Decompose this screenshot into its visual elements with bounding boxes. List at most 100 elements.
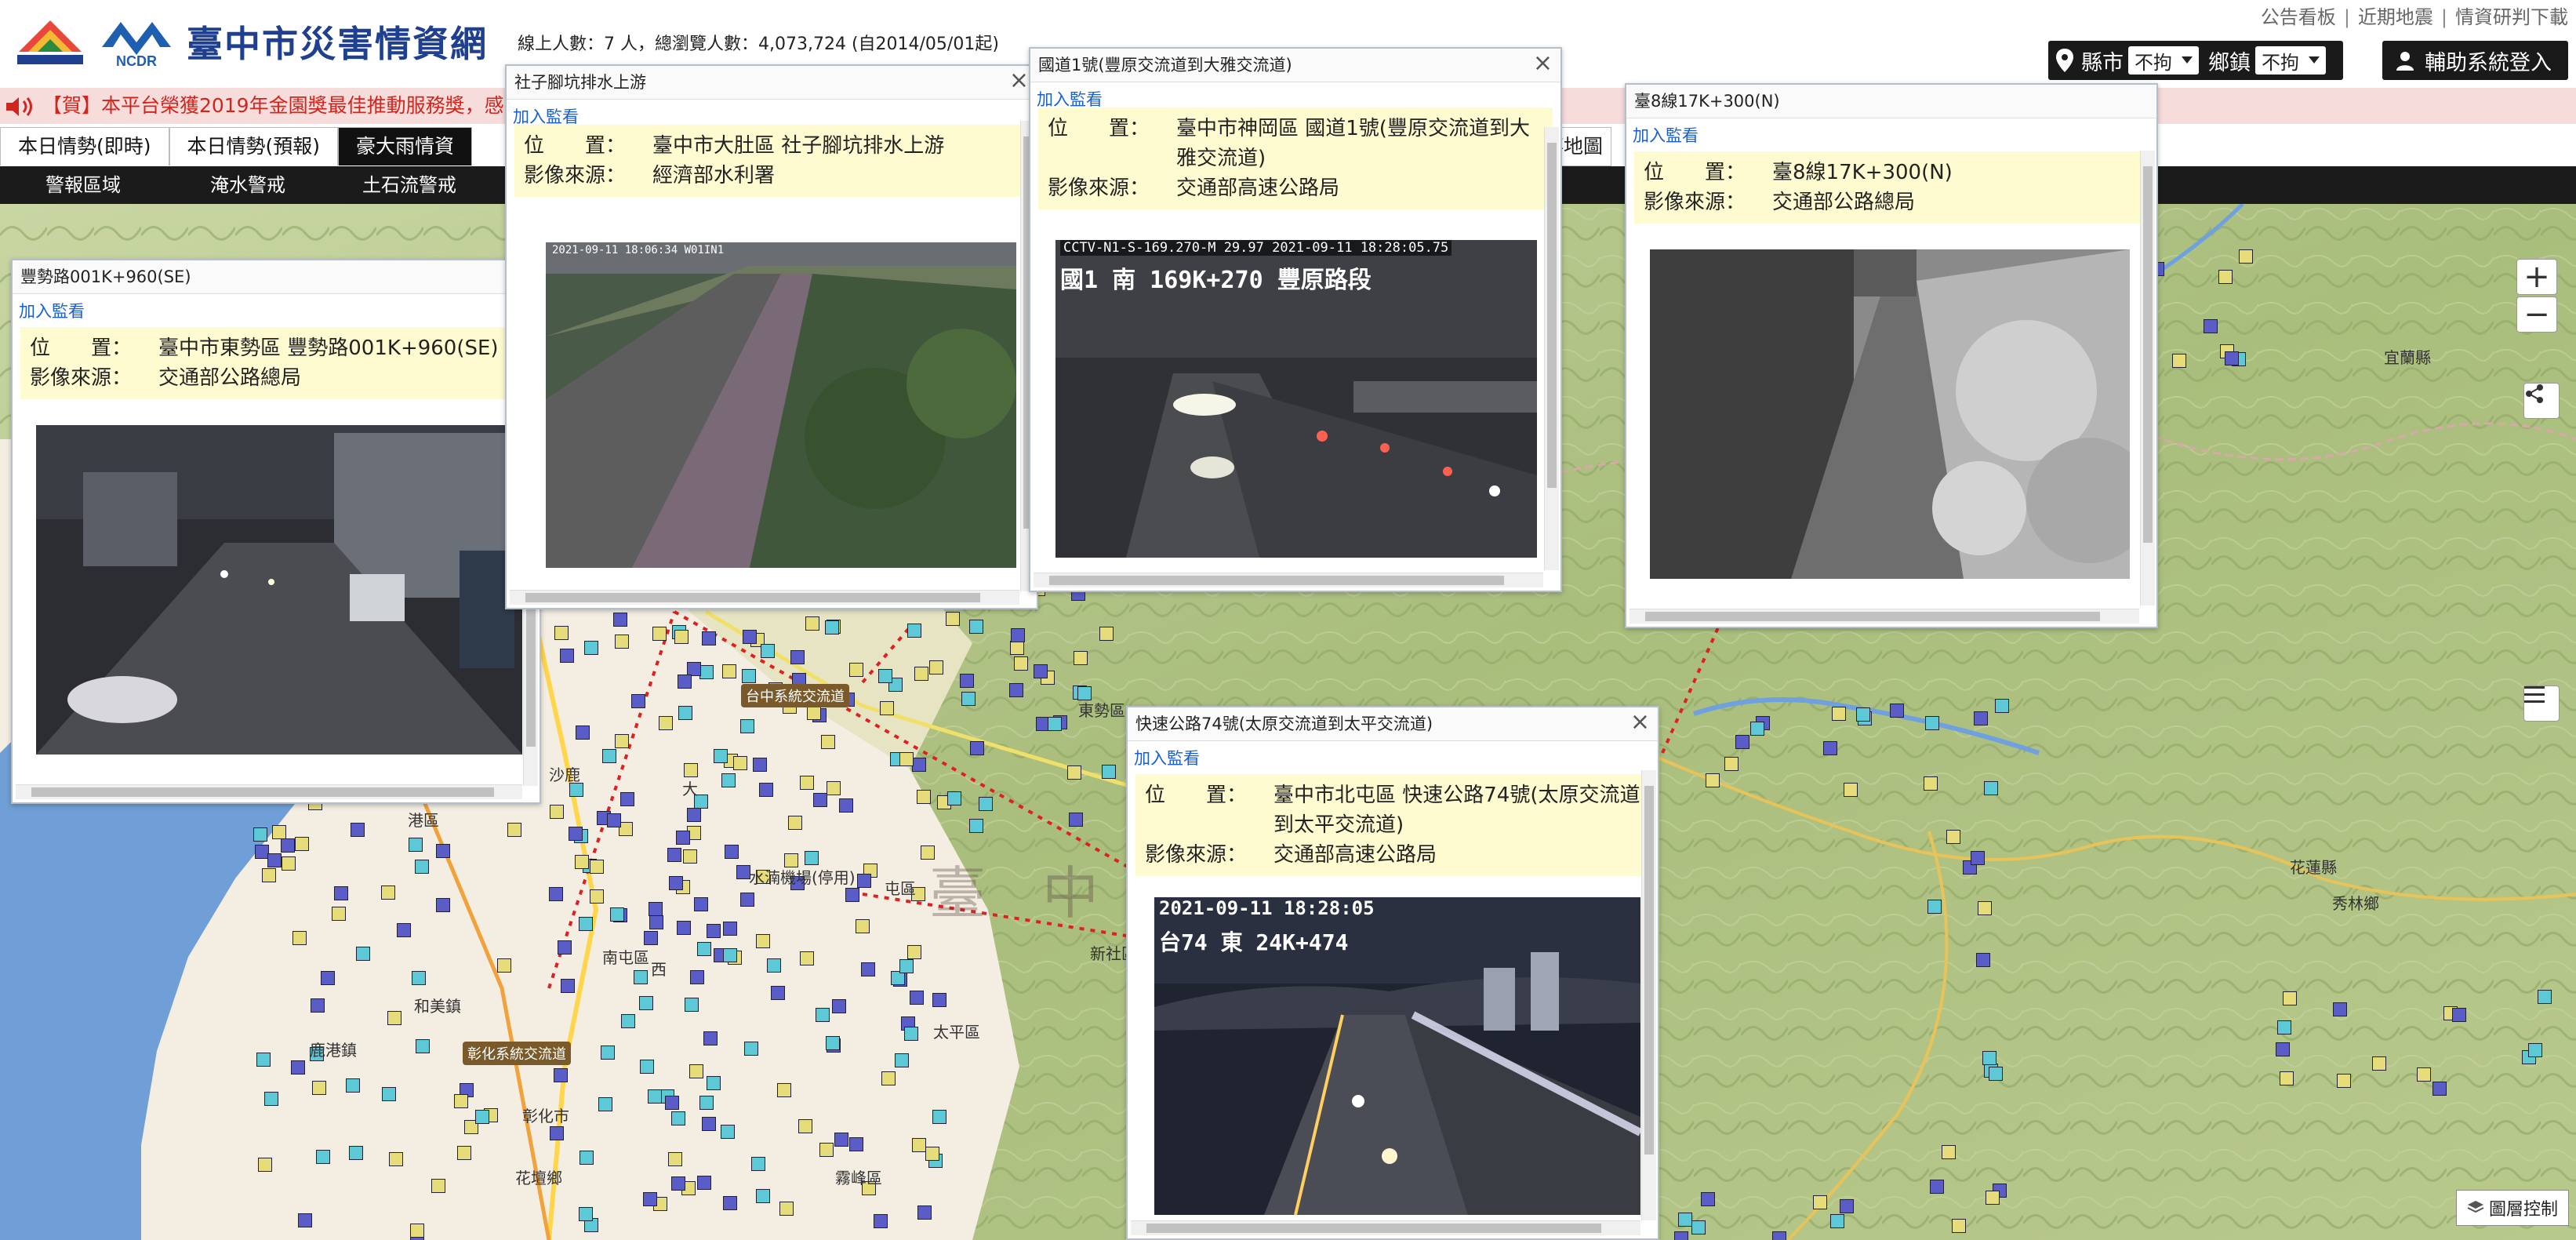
popup-title[interactable]: 社子腳坑排水上游 [507,66,1037,100]
camera-marker-icon[interactable] [674,630,689,644]
camera-marker-icon[interactable] [615,635,629,649]
camera-marker-icon[interactable] [699,665,714,679]
camera-marker-icon[interactable] [1102,765,1116,779]
camera-marker-icon[interactable] [723,922,737,936]
camera-marker-icon[interactable] [1844,783,1858,797]
camera-marker-icon[interactable] [819,1143,834,1157]
camera-marker-icon[interactable] [1034,664,1048,678]
camera-marker-icon[interactable] [907,945,921,959]
camera-marker-icon[interactable] [436,844,450,858]
vertical-scrollbar[interactable] [1544,127,1559,570]
add-watch-link[interactable]: 加入監看 [507,100,1037,128]
camera-popup-t74[interactable]: 快速公路74號(太原交流道到太平交流道) × 加入監看 位 置： 臺中市北屯區 快… [1126,706,1659,1240]
camera-marker-icon[interactable] [602,749,616,763]
add-watch-link[interactable]: 加入監看 [1626,118,2156,147]
camera-marker-icon[interactable] [1995,699,2009,713]
camera-marker-icon[interactable] [1048,717,1062,731]
camera-marker-icon[interactable] [2239,249,2253,264]
camera-marker-icon[interactable] [899,752,914,766]
add-watch-link[interactable]: 加入監看 [13,294,540,322]
camera-marker-icon[interactable] [961,692,976,706]
camera-marker-icon[interactable] [2432,1082,2447,1096]
camera-marker-icon[interactable] [1925,716,1939,730]
camera-marker-icon[interactable] [702,631,716,645]
camera-marker-icon[interactable] [1813,1195,1827,1209]
camera-marker-icon[interactable] [549,887,563,901]
camera-marker-icon[interactable] [569,827,583,841]
camera-marker-icon[interactable] [912,1138,926,1152]
camera-marker-icon[interactable] [929,660,943,675]
camera-marker-icon[interactable] [256,1053,271,1067]
camera-marker-icon[interactable] [800,776,814,790]
zoom-in-button[interactable]: + [2516,259,2557,295]
camera-marker-icon[interactable] [2372,1056,2386,1071]
camera-marker-icon[interactable] [415,860,429,874]
camera-marker-icon[interactable] [845,888,859,902]
camera-image[interactable]: 2021-09-11 18:06:34 W01IN1 [546,242,1016,568]
camera-marker-icon[interactable] [1971,851,1985,865]
camera-marker-icon[interactable] [550,805,564,819]
camera-marker-icon[interactable] [332,907,346,921]
camera-marker-icon[interactable] [825,620,839,635]
camera-marker-icon[interactable] [1010,641,1024,655]
camera-marker-icon[interactable] [723,1196,737,1210]
camera-marker-icon[interactable] [282,856,296,871]
camera-marker-icon[interactable] [397,923,411,937]
horizontal-scrollbar[interactable] [1131,1220,1640,1235]
camera-marker-icon[interactable] [671,1176,685,1191]
camera-marker-icon[interactable] [1924,776,1938,791]
horizontal-scrollbar[interactable] [1034,573,1543,587]
vertical-scrollbar[interactable] [1641,770,1656,1220]
camera-marker-icon[interactable] [1942,1145,1956,1159]
camera-marker-icon[interactable] [761,644,775,658]
camera-marker-icon[interactable] [895,1053,909,1067]
camera-marker-icon[interactable] [1678,1213,1692,1227]
camera-marker-icon[interactable] [798,1119,812,1133]
camera-marker-icon[interactable] [1832,707,1846,721]
add-watch-link[interactable]: 加入監看 [1128,741,1658,769]
camera-marker-icon[interactable] [832,999,846,1013]
camera-marker-icon[interactable] [694,897,708,911]
camera-marker-icon[interactable] [560,649,574,663]
camera-marker-icon[interactable] [387,1011,401,1025]
camera-marker-icon[interactable] [652,627,667,641]
subnav-flood-warning[interactable]: 淹水警戒 [210,166,285,204]
camera-marker-icon[interactable] [723,948,737,962]
tab-today-realtime[interactable]: 本日情勢(即時) [0,127,169,165]
close-icon[interactable]: × [1009,69,1029,93]
camera-marker-icon[interactable] [382,1087,396,1101]
camera-marker-icon[interactable] [678,675,692,689]
camera-marker-icon[interactable] [1069,813,1083,827]
camera-marker-icon[interactable] [1984,781,1998,795]
camera-marker-icon[interactable] [575,855,589,869]
camera-marker-icon[interactable] [2225,351,2239,365]
camera-marker-icon[interactable] [579,1207,593,1221]
camera-marker-icon[interactable] [969,620,983,634]
camera-marker-icon[interactable] [665,1096,679,1110]
camera-marker-icon[interactable] [2417,1067,2431,1082]
camera-popup-t8[interactable]: 臺8線17K+300(N) 加入監看 位 置： 臺8線17K+300(N) 影像來… [1625,83,2158,628]
camera-marker-icon[interactable] [2276,1042,2290,1056]
popup-title[interactable]: 豐勢路001K+960(SE) [13,260,540,294]
camera-marker-icon[interactable] [904,1027,918,1041]
camera-marker-icon[interactable] [2538,990,2552,1004]
zoom-out-button[interactable]: − [2516,296,2557,333]
camera-marker-icon[interactable] [874,1214,888,1228]
camera-marker-icon[interactable] [272,825,286,839]
camera-marker-icon[interactable] [947,791,961,805]
camera-marker-icon[interactable] [969,819,983,833]
camera-marker-icon[interactable] [1074,651,1088,665]
camera-marker-icon[interactable] [725,845,739,859]
camera-marker-icon[interactable] [907,624,921,638]
camera-marker-icon[interactable] [669,876,683,890]
camera-marker-icon[interactable] [671,1111,685,1125]
camera-marker-icon[interactable] [613,613,627,627]
camera-marker-icon[interactable] [316,1150,330,1164]
camera-marker-icon[interactable] [800,951,814,965]
camera-marker-icon[interactable] [312,1081,326,1095]
map-label-taichung-ic[interactable]: 台中系統交流道 [741,684,849,707]
camera-marker-icon[interactable] [827,781,841,795]
camera-marker-icon[interactable] [1978,901,1992,915]
link-analysis-download[interactable]: 情資研判下載 [2455,6,2568,28]
camera-marker-icon[interactable] [1750,722,1764,736]
